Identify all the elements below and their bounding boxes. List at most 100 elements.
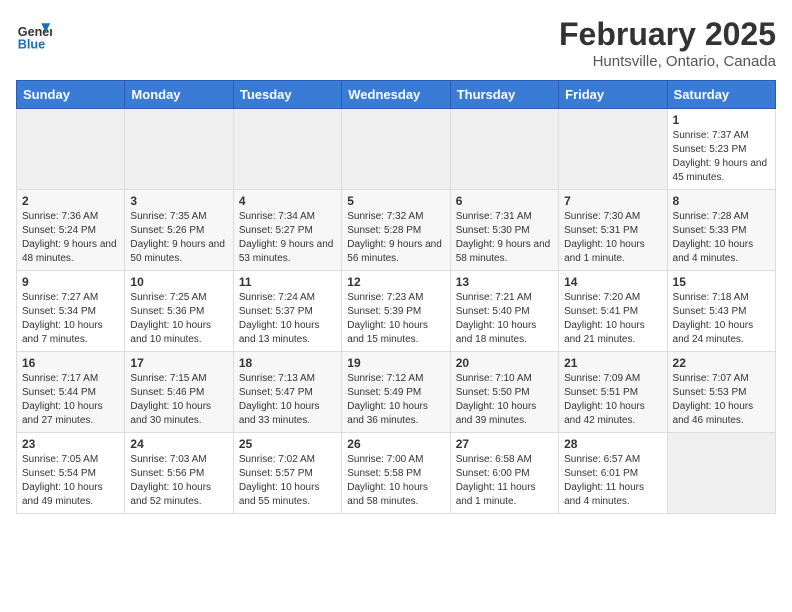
calendar-day-cell: 24 Sunrise: 7:03 AM Sunset: 5:56 PM Dayli… [125, 433, 233, 514]
day-info: Sunrise: 7:31 AM Sunset: 5:30 PM Dayligh… [456, 210, 553, 266]
day-info: Sunrise: 7:12 AM Sunset: 5:49 PM Dayligh… [347, 372, 444, 428]
day-number: 16 [22, 356, 119, 370]
calendar-day-cell: 19 Sunrise: 7:12 AM Sunset: 5:49 PM Dayli… [342, 352, 450, 433]
calendar-day-cell: 28 Sunrise: 6:57 AM Sunset: 6:01 PM Dayli… [559, 433, 667, 514]
day-number: 10 [130, 275, 227, 289]
day-number: 2 [22, 194, 119, 208]
day-info: Sunrise: 7:34 AM Sunset: 5:27 PM Dayligh… [239, 210, 336, 266]
day-info: Sunrise: 7:13 AM Sunset: 5:47 PM Dayligh… [239, 372, 336, 428]
calendar-day-cell: 9 Sunrise: 7:27 AM Sunset: 5:34 PM Daylig… [17, 271, 125, 352]
calendar-week-row: 23Sunrise: 7:05 AM Sunset: 5:54 PM Dayli… [17, 433, 776, 514]
day-number: 25 [239, 437, 336, 451]
day-number: 4 [239, 194, 336, 208]
day-info: Sunrise: 7:21 AM Sunset: 5:40 PM Dayligh… [456, 291, 553, 347]
calendar-day-cell [450, 109, 558, 190]
day-info: Sunrise: 7:10 AM Sunset: 5:50 PM Dayligh… [456, 372, 553, 428]
day-info: Sunrise: 7:36 AM Sunset: 5:24 PM Dayligh… [22, 210, 119, 266]
calendar-day-cell: 8Sunrise: 7:28 AM Sunset: 5:33 PM Daylig… [667, 190, 775, 271]
calendar-day-cell [125, 109, 233, 190]
day-number: 3 [130, 194, 227, 208]
day-number: 8 [673, 194, 770, 208]
day-info: Sunrise: 7:07 AM Sunset: 5:53 PM Dayligh… [673, 372, 770, 428]
calendar-day-cell [559, 109, 667, 190]
day-info: Sunrise: 7:25 AM Sunset: 5:36 PM Dayligh… [130, 291, 227, 347]
day-of-week-header: Friday [559, 81, 667, 109]
day-info: Sunrise: 6:57 AM Sunset: 6:01 PM Dayligh… [564, 453, 661, 509]
calendar-table: SundayMondayTuesdayWednesdayThursdayFrid… [16, 80, 776, 514]
calendar-day-cell: 6 Sunrise: 7:31 AM Sunset: 5:30 PM Daylig… [450, 190, 558, 271]
calendar-day-cell [342, 109, 450, 190]
day-number: 19 [347, 356, 444, 370]
day-of-week-header: Saturday [667, 81, 775, 109]
calendar-week-row: 1 Sunrise: 7:37 AM Sunset: 5:23 PM Daylig… [17, 109, 776, 190]
day-number: 21 [564, 356, 661, 370]
day-number: 28 [564, 437, 661, 451]
day-number: 11 [239, 275, 336, 289]
day-of-week-header: Wednesday [342, 81, 450, 109]
day-info: Sunrise: 7:37 AM Sunset: 5:23 PM Dayligh… [673, 129, 770, 185]
day-number: 17 [130, 356, 227, 370]
calendar-header-row: SundayMondayTuesdayWednesdayThursdayFrid… [17, 81, 776, 109]
day-info: Sunrise: 7:00 AM Sunset: 5:58 PM Dayligh… [347, 453, 444, 509]
day-info: Sunrise: 7:09 AM Sunset: 5:51 PM Dayligh… [564, 372, 661, 428]
day-number: 7 [564, 194, 661, 208]
day-info: Sunrise: 7:18 AM Sunset: 5:43 PM Dayligh… [673, 291, 770, 347]
day-info: Sunrise: 7:20 AM Sunset: 5:41 PM Dayligh… [564, 291, 661, 347]
day-number: 13 [456, 275, 553, 289]
calendar-week-row: 16 Sunrise: 7:17 AM Sunset: 5:44 PM Dayli… [17, 352, 776, 433]
day-info: Sunrise: 7:24 AM Sunset: 5:37 PM Dayligh… [239, 291, 336, 347]
calendar-day-cell: 12 Sunrise: 7:23 AM Sunset: 5:39 PM Dayli… [342, 271, 450, 352]
calendar-day-cell [667, 433, 775, 514]
day-of-week-header: Sunday [17, 81, 125, 109]
calendar-day-cell: 2 Sunrise: 7:36 AM Sunset: 5:24 PM Daylig… [17, 190, 125, 271]
logo-icon: General Blue [16, 16, 52, 52]
calendar-day-cell: 7 Sunrise: 7:30 AM Sunset: 5:31 PM Daylig… [559, 190, 667, 271]
day-number: 18 [239, 356, 336, 370]
calendar-day-cell: 20Sunrise: 7:10 AM Sunset: 5:50 PM Dayli… [450, 352, 558, 433]
day-number: 14 [564, 275, 661, 289]
day-of-week-header: Thursday [450, 81, 558, 109]
calendar-day-cell: 1 Sunrise: 7:37 AM Sunset: 5:23 PM Daylig… [667, 109, 775, 190]
calendar-day-cell [233, 109, 341, 190]
day-number: 6 [456, 194, 553, 208]
calendar-day-cell: 17Sunrise: 7:15 AM Sunset: 5:46 PM Dayli… [125, 352, 233, 433]
day-info: Sunrise: 7:23 AM Sunset: 5:39 PM Dayligh… [347, 291, 444, 347]
day-number: 9 [22, 275, 119, 289]
calendar-day-cell: 3Sunrise: 7:35 AM Sunset: 5:26 PM Daylig… [125, 190, 233, 271]
day-number: 26 [347, 437, 444, 451]
calendar-day-cell: 4 Sunrise: 7:34 AM Sunset: 5:27 PM Daylig… [233, 190, 341, 271]
calendar-day-cell: 10 Sunrise: 7:25 AM Sunset: 5:36 PM Dayli… [125, 271, 233, 352]
calendar-day-cell: 21 Sunrise: 7:09 AM Sunset: 5:51 PM Dayli… [559, 352, 667, 433]
calendar-week-row: 9 Sunrise: 7:27 AM Sunset: 5:34 PM Daylig… [17, 271, 776, 352]
day-number: 12 [347, 275, 444, 289]
calendar-day-cell: 25 Sunrise: 7:02 AM Sunset: 5:57 PM Dayli… [233, 433, 341, 514]
svg-text:Blue: Blue [18, 37, 45, 51]
day-of-week-header: Tuesday [233, 81, 341, 109]
day-number: 23 [22, 437, 119, 451]
calendar-day-cell: 22 Sunrise: 7:07 AM Sunset: 5:53 PM Dayli… [667, 352, 775, 433]
day-info: Sunrise: 7:03 AM Sunset: 5:56 PM Dayligh… [130, 453, 227, 509]
calendar-week-row: 2 Sunrise: 7:36 AM Sunset: 5:24 PM Daylig… [17, 190, 776, 271]
day-info: Sunrise: 7:02 AM Sunset: 5:57 PM Dayligh… [239, 453, 336, 509]
day-of-week-header: Monday [125, 81, 233, 109]
calendar-day-cell: 15Sunrise: 7:18 AM Sunset: 5:43 PM Dayli… [667, 271, 775, 352]
calendar-day-cell: 14 Sunrise: 7:20 AM Sunset: 5:41 PM Dayli… [559, 271, 667, 352]
calendar-day-cell: 27Sunrise: 6:58 AM Sunset: 6:00 PM Dayli… [450, 433, 558, 514]
title-block: February 2025 Huntsville, Ontario, Canad… [559, 16, 776, 70]
day-info: Sunrise: 7:32 AM Sunset: 5:28 PM Dayligh… [347, 210, 444, 266]
calendar-day-cell: 11 Sunrise: 7:24 AM Sunset: 5:37 PM Dayli… [233, 271, 341, 352]
calendar-day-cell: 16 Sunrise: 7:17 AM Sunset: 5:44 PM Dayli… [17, 352, 125, 433]
day-number: 22 [673, 356, 770, 370]
day-number: 1 [673, 113, 770, 127]
day-info: Sunrise: 7:30 AM Sunset: 5:31 PM Dayligh… [564, 210, 661, 266]
calendar-day-cell: 23Sunrise: 7:05 AM Sunset: 5:54 PM Dayli… [17, 433, 125, 514]
day-info: Sunrise: 7:27 AM Sunset: 5:34 PM Dayligh… [22, 291, 119, 347]
month-title: February 2025 [559, 16, 776, 53]
day-info: Sunrise: 7:17 AM Sunset: 5:44 PM Dayligh… [22, 372, 119, 428]
day-number: 24 [130, 437, 227, 451]
logo: General Blue [16, 16, 52, 52]
calendar-day-cell: 18 Sunrise: 7:13 AM Sunset: 5:47 PM Dayli… [233, 352, 341, 433]
day-info: Sunrise: 6:58 AM Sunset: 6:00 PM Dayligh… [456, 453, 553, 509]
header: General Blue February 2025 Huntsville, O… [16, 16, 776, 70]
calendar-day-cell [17, 109, 125, 190]
